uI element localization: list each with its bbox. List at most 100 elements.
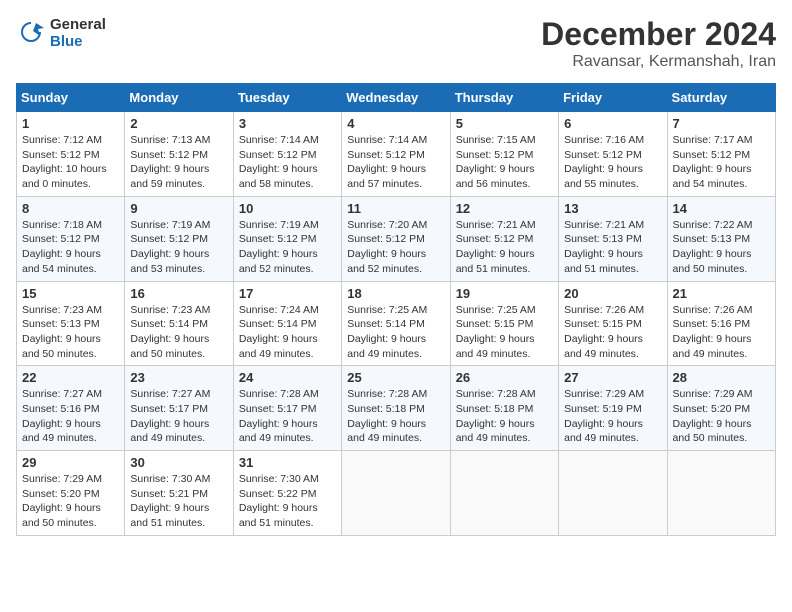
day-info: Sunrise: 7:30 AMSunset: 5:21 PMDaylight:… bbox=[130, 472, 227, 531]
day-info: Sunrise: 7:17 AMSunset: 5:12 PMDaylight:… bbox=[673, 133, 770, 192]
calendar-cell: 25 Sunrise: 7:28 AMSunset: 5:18 PMDaylig… bbox=[342, 366, 450, 451]
day-info: Sunrise: 7:19 AMSunset: 5:12 PMDaylight:… bbox=[239, 218, 336, 277]
calendar-cell: 9 Sunrise: 7:19 AMSunset: 5:12 PMDayligh… bbox=[125, 196, 233, 281]
calendar-cell bbox=[450, 451, 558, 536]
day-number: 31 bbox=[239, 455, 336, 470]
day-number: 4 bbox=[347, 116, 444, 131]
calendar-cell: 10 Sunrise: 7:19 AMSunset: 5:12 PMDaylig… bbox=[233, 196, 341, 281]
day-number: 3 bbox=[239, 116, 336, 131]
title-block: December 2024 Ravansar, Kermanshah, Iran bbox=[541, 16, 776, 71]
day-info: Sunrise: 7:29 AMSunset: 5:19 PMDaylight:… bbox=[564, 387, 661, 446]
day-number: 10 bbox=[239, 201, 336, 216]
day-number: 1 bbox=[22, 116, 119, 131]
day-info: Sunrise: 7:19 AMSunset: 5:12 PMDaylight:… bbox=[130, 218, 227, 277]
day-info: Sunrise: 7:23 AMSunset: 5:14 PMDaylight:… bbox=[130, 303, 227, 362]
logo: General Blue bbox=[16, 16, 106, 50]
logo-general: General bbox=[50, 16, 106, 33]
day-number: 15 bbox=[22, 286, 119, 301]
day-number: 7 bbox=[673, 116, 770, 131]
day-info: Sunrise: 7:25 AMSunset: 5:14 PMDaylight:… bbox=[347, 303, 444, 362]
day-number: 8 bbox=[22, 201, 119, 216]
calendar-cell: 4 Sunrise: 7:14 AMSunset: 5:12 PMDayligh… bbox=[342, 112, 450, 197]
day-number: 5 bbox=[456, 116, 553, 131]
day-info: Sunrise: 7:20 AMSunset: 5:12 PMDaylight:… bbox=[347, 218, 444, 277]
calendar-cell: 18 Sunrise: 7:25 AMSunset: 5:14 PMDaylig… bbox=[342, 281, 450, 366]
day-info: Sunrise: 7:23 AMSunset: 5:13 PMDaylight:… bbox=[22, 303, 119, 362]
logo-container: General Blue bbox=[16, 16, 106, 50]
day-number: 2 bbox=[130, 116, 227, 131]
calendar-cell: 23 Sunrise: 7:27 AMSunset: 5:17 PMDaylig… bbox=[125, 366, 233, 451]
day-info: Sunrise: 7:15 AMSunset: 5:12 PMDaylight:… bbox=[456, 133, 553, 192]
day-number: 13 bbox=[564, 201, 661, 216]
calendar-cell: 28 Sunrise: 7:29 AMSunset: 5:20 PMDaylig… bbox=[667, 366, 775, 451]
logo-bird-icon bbox=[16, 18, 46, 48]
calendar-cell: 3 Sunrise: 7:14 AMSunset: 5:12 PMDayligh… bbox=[233, 112, 341, 197]
day-info: Sunrise: 7:21 AMSunset: 5:12 PMDaylight:… bbox=[456, 218, 553, 277]
weekday-header-tuesday: Tuesday bbox=[233, 84, 341, 112]
day-info: Sunrise: 7:28 AMSunset: 5:17 PMDaylight:… bbox=[239, 387, 336, 446]
day-info: Sunrise: 7:27 AMSunset: 5:17 PMDaylight:… bbox=[130, 387, 227, 446]
weekday-header-monday: Monday bbox=[125, 84, 233, 112]
day-number: 19 bbox=[456, 286, 553, 301]
page-header: General Blue December 2024 Ravansar, Ker… bbox=[16, 16, 776, 71]
weekday-header-sunday: Sunday bbox=[17, 84, 125, 112]
day-info: Sunrise: 7:26 AMSunset: 5:16 PMDaylight:… bbox=[673, 303, 770, 362]
day-info: Sunrise: 7:14 AMSunset: 5:12 PMDaylight:… bbox=[347, 133, 444, 192]
calendar-cell: 27 Sunrise: 7:29 AMSunset: 5:19 PMDaylig… bbox=[559, 366, 667, 451]
calendar-cell: 8 Sunrise: 7:18 AMSunset: 5:12 PMDayligh… bbox=[17, 196, 125, 281]
calendar-cell: 31 Sunrise: 7:30 AMSunset: 5:22 PMDaylig… bbox=[233, 451, 341, 536]
calendar-cell: 20 Sunrise: 7:26 AMSunset: 5:15 PMDaylig… bbox=[559, 281, 667, 366]
calendar-cell bbox=[559, 451, 667, 536]
day-number: 26 bbox=[456, 370, 553, 385]
day-number: 21 bbox=[673, 286, 770, 301]
day-number: 23 bbox=[130, 370, 227, 385]
calendar-cell: 1 Sunrise: 7:12 AMSunset: 5:12 PMDayligh… bbox=[17, 112, 125, 197]
day-number: 14 bbox=[673, 201, 770, 216]
calendar-cell: 6 Sunrise: 7:16 AMSunset: 5:12 PMDayligh… bbox=[559, 112, 667, 197]
calendar-cell: 14 Sunrise: 7:22 AMSunset: 5:13 PMDaylig… bbox=[667, 196, 775, 281]
weekday-header-friday: Friday bbox=[559, 84, 667, 112]
day-info: Sunrise: 7:25 AMSunset: 5:15 PMDaylight:… bbox=[456, 303, 553, 362]
logo-blue: Blue bbox=[50, 33, 106, 50]
day-number: 16 bbox=[130, 286, 227, 301]
day-info: Sunrise: 7:16 AMSunset: 5:12 PMDaylight:… bbox=[564, 133, 661, 192]
day-info: Sunrise: 7:24 AMSunset: 5:14 PMDaylight:… bbox=[239, 303, 336, 362]
calendar-cell: 13 Sunrise: 7:21 AMSunset: 5:13 PMDaylig… bbox=[559, 196, 667, 281]
page-title: December 2024 bbox=[541, 16, 776, 53]
page-subtitle: Ravansar, Kermanshah, Iran bbox=[541, 53, 776, 71]
day-info: Sunrise: 7:14 AMSunset: 5:12 PMDaylight:… bbox=[239, 133, 336, 192]
weekday-header-thursday: Thursday bbox=[450, 84, 558, 112]
calendar-cell bbox=[342, 451, 450, 536]
calendar-table: SundayMondayTuesdayWednesdayThursdayFrid… bbox=[16, 83, 776, 536]
day-info: Sunrise: 7:28 AMSunset: 5:18 PMDaylight:… bbox=[456, 387, 553, 446]
day-number: 24 bbox=[239, 370, 336, 385]
calendar-cell: 26 Sunrise: 7:28 AMSunset: 5:18 PMDaylig… bbox=[450, 366, 558, 451]
day-number: 30 bbox=[130, 455, 227, 470]
calendar-cell: 12 Sunrise: 7:21 AMSunset: 5:12 PMDaylig… bbox=[450, 196, 558, 281]
day-number: 12 bbox=[456, 201, 553, 216]
calendar-cell: 30 Sunrise: 7:30 AMSunset: 5:21 PMDaylig… bbox=[125, 451, 233, 536]
calendar-cell: 24 Sunrise: 7:28 AMSunset: 5:17 PMDaylig… bbox=[233, 366, 341, 451]
day-info: Sunrise: 7:29 AMSunset: 5:20 PMDaylight:… bbox=[673, 387, 770, 446]
day-number: 29 bbox=[22, 455, 119, 470]
calendar-cell: 16 Sunrise: 7:23 AMSunset: 5:14 PMDaylig… bbox=[125, 281, 233, 366]
weekday-header-wednesday: Wednesday bbox=[342, 84, 450, 112]
day-number: 18 bbox=[347, 286, 444, 301]
calendar-cell: 21 Sunrise: 7:26 AMSunset: 5:16 PMDaylig… bbox=[667, 281, 775, 366]
day-number: 17 bbox=[239, 286, 336, 301]
day-number: 9 bbox=[130, 201, 227, 216]
calendar-cell: 19 Sunrise: 7:25 AMSunset: 5:15 PMDaylig… bbox=[450, 281, 558, 366]
weekday-header-saturday: Saturday bbox=[667, 84, 775, 112]
day-info: Sunrise: 7:13 AMSunset: 5:12 PMDaylight:… bbox=[130, 133, 227, 192]
calendar-cell: 5 Sunrise: 7:15 AMSunset: 5:12 PMDayligh… bbox=[450, 112, 558, 197]
calendar-cell: 22 Sunrise: 7:27 AMSunset: 5:16 PMDaylig… bbox=[17, 366, 125, 451]
day-number: 25 bbox=[347, 370, 444, 385]
day-number: 22 bbox=[22, 370, 119, 385]
day-info: Sunrise: 7:22 AMSunset: 5:13 PMDaylight:… bbox=[673, 218, 770, 277]
calendar-cell: 29 Sunrise: 7:29 AMSunset: 5:20 PMDaylig… bbox=[17, 451, 125, 536]
day-info: Sunrise: 7:21 AMSunset: 5:13 PMDaylight:… bbox=[564, 218, 661, 277]
day-number: 28 bbox=[673, 370, 770, 385]
day-info: Sunrise: 7:29 AMSunset: 5:20 PMDaylight:… bbox=[22, 472, 119, 531]
day-number: 20 bbox=[564, 286, 661, 301]
calendar-cell bbox=[667, 451, 775, 536]
